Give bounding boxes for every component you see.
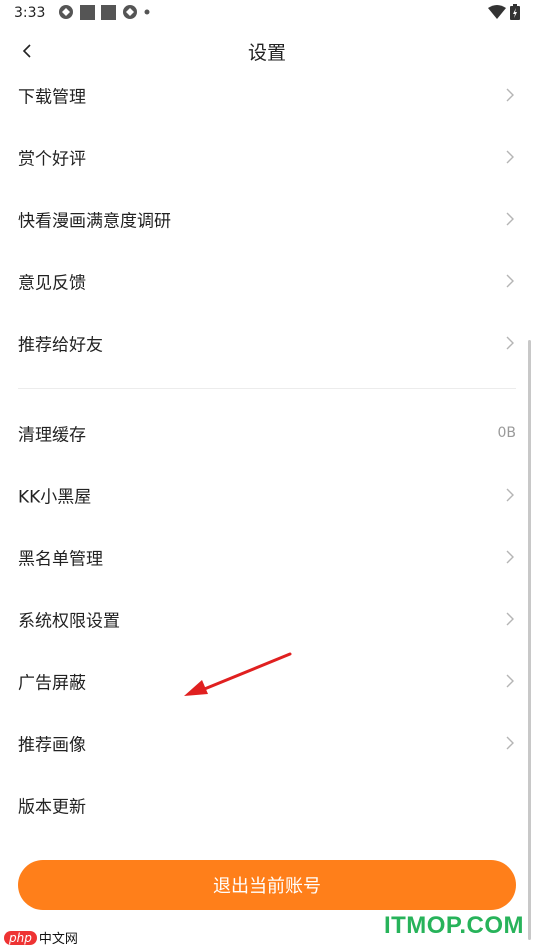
annotation-arrow-icon bbox=[184, 652, 292, 696]
settings-item-recommendation-profile[interactable]: 推荐画像 bbox=[0, 712, 534, 774]
settings-item-rate-app[interactable]: 赏个好评 bbox=[0, 126, 534, 188]
sync-icon bbox=[59, 5, 73, 19]
php-watermark-text: 中文网 bbox=[38, 932, 78, 947]
battery-charging-icon bbox=[510, 4, 520, 20]
divider-line bbox=[18, 388, 516, 389]
settings-item-system-permissions[interactable]: 系统权限设置 bbox=[0, 588, 534, 650]
settings-item-label: 清理缓存 bbox=[18, 425, 86, 446]
settings-item-label: 快看漫画满意度调研 bbox=[18, 211, 171, 232]
settings-item-blacklist-management[interactable]: 黑名单管理 bbox=[0, 526, 534, 588]
settings-item-label: 下载管理 bbox=[18, 87, 86, 108]
page-title: 设置 bbox=[247, 42, 286, 64]
settings-item-label: 推荐给好友 bbox=[18, 335, 103, 356]
chevron-right-icon bbox=[506, 150, 514, 164]
settings-item-label: 赏个好评 bbox=[18, 149, 86, 170]
settings-item-download-manager[interactable]: 下载管理 bbox=[0, 64, 534, 126]
notification-icons bbox=[58, 4, 156, 20]
settings-item-version-update[interactable]: 版本更新 bbox=[0, 774, 534, 836]
settings-item-kk-blackroom[interactable]: KK小黑屋 bbox=[0, 464, 534, 526]
dot-icon bbox=[144, 9, 150, 15]
status-bar: 3:33 bbox=[0, 0, 534, 30]
sync-icon bbox=[123, 5, 137, 19]
settings-item-recommend-to-friends[interactable]: 推荐给好友 bbox=[0, 312, 534, 374]
system-icons bbox=[484, 4, 520, 20]
settings-list: 下载管理 赏个好评 快看漫画满意度调研 意见反馈 推荐给好友 清理缓存 0B K… bbox=[0, 64, 534, 836]
settings-item-label: 推荐画像 bbox=[18, 735, 86, 756]
cache-size-value: 0B bbox=[497, 425, 516, 441]
settings-screen: 3:33 设置 下载管理 赏个好评 快看漫画满意度调研 意见反馈 推荐给好友 清… bbox=[0, 0, 534, 950]
chevron-right-icon bbox=[506, 212, 514, 226]
section-divider bbox=[0, 374, 534, 402]
wifi-icon bbox=[488, 5, 506, 19]
chevron-right-icon bbox=[506, 88, 514, 102]
settings-item-label: KK小黑屋 bbox=[18, 487, 92, 508]
chevron-right-icon bbox=[506, 550, 514, 564]
php-watermark-badge: php bbox=[4, 930, 37, 945]
settings-item-satisfaction-survey[interactable]: 快看漫画满意度调研 bbox=[0, 188, 534, 250]
chevron-right-icon bbox=[506, 736, 514, 750]
logout-button[interactable]: 退出当前账号 bbox=[18, 860, 516, 910]
square-notification-icon bbox=[80, 4, 95, 20]
settings-item-feedback[interactable]: 意见反馈 bbox=[0, 250, 534, 312]
settings-item-label: 系统权限设置 bbox=[18, 611, 120, 632]
settings-item-label: 广告屏蔽 bbox=[18, 673, 86, 694]
settings-item-label: 版本更新 bbox=[18, 797, 86, 818]
chevron-right-icon bbox=[506, 612, 514, 626]
chevron-right-icon bbox=[506, 674, 514, 688]
settings-item-label: 黑名单管理 bbox=[18, 549, 103, 570]
status-time: 3:33 bbox=[14, 5, 46, 21]
chevron-right-icon bbox=[506, 336, 514, 350]
itmop-watermark: ITMOP.COM bbox=[383, 912, 524, 939]
chevron-right-icon bbox=[506, 274, 514, 288]
scrollbar[interactable] bbox=[528, 340, 531, 940]
square-notification-icon bbox=[101, 4, 116, 20]
settings-item-clear-cache[interactable]: 清理缓存 0B bbox=[0, 402, 534, 464]
chevron-right-icon bbox=[506, 488, 514, 502]
php-watermark: php 中文网 bbox=[4, 928, 78, 947]
settings-item-label: 意见反馈 bbox=[18, 273, 86, 294]
